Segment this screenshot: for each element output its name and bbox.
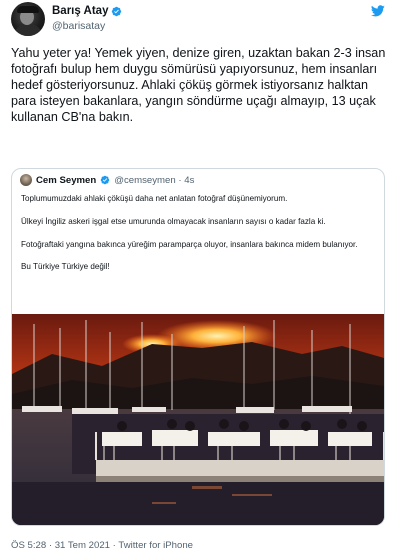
author-handle[interactable]: @barisatay xyxy=(52,20,105,32)
quoted-author-avatar[interactable] xyxy=(20,174,32,186)
quoted-author-meta: @cemseymen · 4s xyxy=(114,174,195,186)
quoted-paragraph: Bu Türkiye Türkiye değil! xyxy=(21,262,110,272)
quoted-paragraph: Toplumumuzdaki ahlaki çöküşü daha net an… xyxy=(21,194,288,203)
twitter-bird-icon[interactable] xyxy=(371,5,385,17)
tweet-header: Barış Atay @barisatay xyxy=(11,2,385,36)
verified-badge-icon xyxy=(112,6,122,16)
author-name[interactable]: Barış Atay xyxy=(52,5,108,17)
quoted-author-name[interactable]: Cem Seymen xyxy=(36,175,96,186)
quoted-tweet-body: Toplumumuzdaki ahlaki çöküşü daha net an… xyxy=(21,193,377,284)
verified-badge-icon xyxy=(100,175,110,185)
author-name-row: Barış Atay xyxy=(52,5,122,17)
tweet-text: Yahu yeter ya! Yemek yiyen, denize giren… xyxy=(11,46,386,124)
quoted-paragraph: Ülkeyi İngiliz askeri işgal etse umurund… xyxy=(21,216,326,226)
quoted-tweet[interactable]: Cem Seymen @cemseymen · 4s Toplumumuzdak… xyxy=(11,168,385,526)
author-avatar[interactable] xyxy=(11,2,45,36)
quoted-paragraph: Fotoğraftaki yangına bakınca yüreğim par… xyxy=(21,239,358,249)
quoted-tweet-header: Cem Seymen @cemseymen · 4s xyxy=(20,173,194,187)
quoted-tweet-photo[interactable] xyxy=(12,314,384,525)
tweet-timestamp[interactable]: ÖS 5:28 · 31 Tem 2021 · Twitter for iPho… xyxy=(11,540,193,551)
